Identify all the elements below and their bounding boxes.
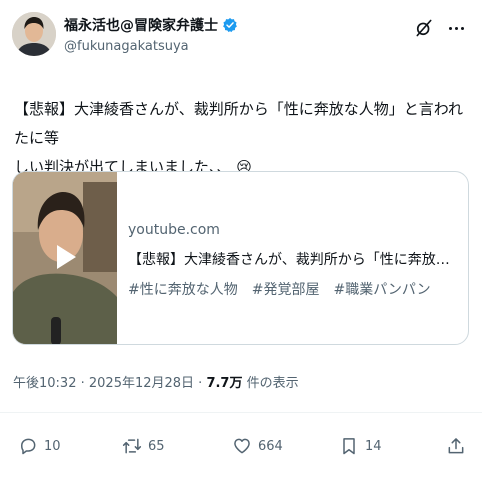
user-handle[interactable]: @fukunagakatsuya — [64, 39, 189, 54]
card-domain: youtube.com — [128, 222, 220, 238]
share-button[interactable] — [446, 436, 466, 456]
bookmark-count: 14 — [365, 438, 382, 454]
tweet-time[interactable]: 午後10:32 — [13, 376, 76, 391]
tweet-header: 福永活也@冒険家弁護士 @fukunagakatsuya — [12, 12, 472, 68]
card-body: youtube.com 【悲報】大津綾香さんが、裁判所から「性に奔放な人物」..… — [128, 172, 464, 344]
tweet-meta: 午後10:32 · 2025年12月28日 · 7.7万 件の表示 — [13, 372, 299, 391]
like-icon — [234, 438, 250, 454]
action-bar: 10 65 664 14 — [0, 436, 482, 466]
repost-count: 65 — [148, 438, 165, 454]
video-thumbnail[interactable] — [13, 172, 117, 344]
tweet-text: 【悲報】大津綾香さんが、裁判所から「性に奔放な人物」と言われたに等 しい判決が出… — [14, 95, 468, 182]
meta-separator: · — [76, 376, 89, 391]
reply-count: 10 — [44, 438, 61, 454]
repost-icon — [122, 438, 142, 454]
verified-badge-icon — [222, 17, 238, 33]
avatar[interactable] — [12, 12, 56, 56]
more-icon[interactable] — [444, 16, 468, 40]
views-count: 7.7万 — [206, 376, 243, 391]
link-card[interactable]: youtube.com 【悲報】大津綾香さんが、裁判所から「性に奔放な人物」..… — [12, 171, 469, 345]
reply-button[interactable]: 10 — [18, 436, 61, 456]
card-description: #性に奔放な人物 #発覚部屋 #職業パンパン — [128, 282, 431, 298]
play-icon[interactable] — [46, 237, 86, 277]
name-row: 福永活也@冒険家弁護士 — [64, 15, 238, 35]
views-label: 件の表示 — [242, 376, 299, 391]
grok-icon[interactable] — [414, 18, 434, 38]
card-title: 【悲報】大津綾香さんが、裁判所から「性に奔放な人物」... — [128, 252, 458, 268]
repost-button[interactable]: 65 — [122, 436, 165, 456]
meta-separator: · — [194, 376, 207, 391]
like-button[interactable]: 664 — [232, 436, 283, 456]
reply-icon — [21, 438, 36, 455]
bookmark-button[interactable]: 14 — [339, 436, 382, 456]
tweet-text-line-1: 【悲報】大津綾香さんが、裁判所から「性に奔放な人物」と言われたに等 — [14, 100, 463, 147]
bookmark-icon — [343, 438, 355, 455]
share-icon — [448, 438, 464, 454]
tweet-date[interactable]: 2025年12月28日 — [89, 376, 194, 391]
divider — [0, 412, 482, 413]
display-name[interactable]: 福永活也@冒険家弁護士 — [64, 15, 218, 35]
like-count: 664 — [258, 438, 283, 454]
